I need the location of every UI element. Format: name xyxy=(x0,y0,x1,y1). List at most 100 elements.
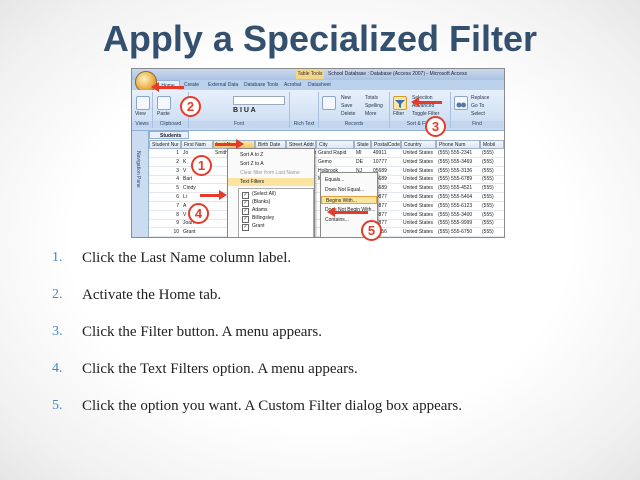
paste-label: Paste xyxy=(157,111,170,117)
table-cell-phone[interactable]: (555) 555-9999 xyxy=(436,219,480,227)
tab-database-tools[interactable]: Database Tools xyxy=(244,80,278,90)
table-cell-country[interactable]: United States xyxy=(401,158,436,166)
table-cell-phone[interactable]: (555) 555-6123 xyxy=(436,202,480,210)
font-name-box[interactable] xyxy=(233,96,285,105)
menu-item-does-not-equal[interactable]: Does Not Equal... xyxy=(321,186,377,194)
table-cell-id[interactable]: 2 xyxy=(149,158,181,166)
table-cell-mobile[interactable]: (555) xyxy=(480,167,504,175)
paste-button[interactable] xyxy=(157,96,171,110)
new-record-button[interactable]: New xyxy=(341,95,351,101)
column-header-mobile[interactable]: Mobil xyxy=(480,140,504,149)
table-cell-phone[interactable]: (555) 555-2341 xyxy=(436,149,480,157)
table-cell-mobile[interactable]: (555) xyxy=(480,158,504,166)
table-cell-phone[interactable]: (555) 555-6750 xyxy=(436,228,480,236)
table-cell-id[interactable]: 10 xyxy=(149,228,181,236)
column-header-state[interactable]: State xyxy=(354,140,371,149)
table-cell-first[interactable]: Cindy xyxy=(181,184,213,192)
table-cell-id[interactable]: 9 xyxy=(149,219,181,227)
checkbox-label: Adams xyxy=(252,207,268,213)
save-record-button[interactable]: Save xyxy=(341,103,352,109)
table-cell-first[interactable]: Bart xyxy=(181,175,213,183)
column-header-country[interactable]: Country xyxy=(401,140,436,149)
object-tab-students[interactable]: Students xyxy=(149,131,189,139)
select-button[interactable]: Select xyxy=(471,111,485,117)
callout-arrow-5 xyxy=(327,207,368,217)
navigation-pane[interactable]: Navigation Pane xyxy=(132,131,149,237)
table-cell-country[interactable]: United States xyxy=(401,228,436,236)
table-cell-id[interactable]: 8 xyxy=(149,211,181,219)
table-cell-mobile[interactable]: (555) xyxy=(480,184,504,192)
table-cell-country[interactable]: United States xyxy=(401,211,436,219)
table-cell-phone[interactable]: (555) 555-3136 xyxy=(436,167,480,175)
table-cell-mobile[interactable]: (555) xyxy=(480,202,504,210)
table-cell-id[interactable]: 4 xyxy=(149,175,181,183)
menu-item-sort-a-z[interactable]: Sort A to Z xyxy=(228,151,314,159)
table-cell-id[interactable]: 7 xyxy=(149,202,181,210)
table-cell-mobile[interactable]: (555) xyxy=(480,149,504,157)
context-tab-table-tools[interactable]: Table Tools xyxy=(296,70,324,79)
table-cell-country[interactable]: United States xyxy=(401,202,436,210)
group-label-rich-text: Rich Text xyxy=(290,121,318,128)
table-cell-phone[interactable]: (555) 555-5404 xyxy=(436,193,480,201)
table-cell-phone[interactable]: (555) 555-4521 xyxy=(436,184,480,192)
table-cell-mobile[interactable]: (555) xyxy=(480,228,504,236)
menu-item-sort-z-a[interactable]: Sort Z to A xyxy=(228,160,314,168)
table-cell-phone[interactable]: (555) 555-3469 xyxy=(436,158,480,166)
replace-button[interactable]: Replace xyxy=(471,95,489,101)
table-cell-postal[interactable]: 10777 xyxy=(371,158,401,166)
menu-item-begins-with[interactable]: Begins With... xyxy=(321,196,377,204)
table-cell-mobile[interactable]: (555) xyxy=(480,211,504,219)
table-cell-country[interactable]: United States xyxy=(401,184,436,192)
go-to-button[interactable]: Go To xyxy=(471,103,484,109)
table-cell-state[interactable]: MI xyxy=(354,149,371,157)
column-header-first-name[interactable]: First Nam xyxy=(181,140,213,149)
group-font: B I U A Font xyxy=(189,92,290,128)
column-header-city[interactable]: City xyxy=(316,140,354,149)
refresh-all-button[interactable] xyxy=(322,96,336,110)
menu-item-clear-filter[interactable]: Clear filter from Last Name xyxy=(228,169,314,177)
table-cell-id[interactable]: 5 xyxy=(149,184,181,192)
table-cell-city[interactable]: Gemo xyxy=(316,158,354,166)
spelling-button[interactable]: Spelling xyxy=(365,103,383,109)
table-cell-country[interactable]: United States xyxy=(401,149,436,157)
column-header-postal-code[interactable]: PostalCode xyxy=(371,140,401,149)
tab-acrobat[interactable]: Acrobat xyxy=(284,80,301,90)
view-button[interactable] xyxy=(136,96,150,110)
table-cell-postal[interactable]: 49911 xyxy=(371,149,401,157)
tab-create[interactable]: Create xyxy=(184,80,199,90)
callout-badge-5: 5 xyxy=(361,220,382,241)
table-cell-country[interactable]: United States xyxy=(401,193,436,201)
column-header-student-number[interactable]: Student Nur xyxy=(149,140,181,149)
table-cell-phone[interactable]: (555) 555-6789 xyxy=(436,175,480,183)
table-cell-first[interactable]: Grant xyxy=(181,228,213,236)
view-label: View xyxy=(135,111,146,117)
table-cell-mobile[interactable]: (555) xyxy=(480,193,504,201)
funnel-icon xyxy=(395,100,405,108)
table-cell-state[interactable]: DE xyxy=(354,158,371,166)
menu-item-equals[interactable]: Equals... xyxy=(321,176,377,184)
filter-button[interactable] xyxy=(393,96,407,110)
bold-italic-underline-icons[interactable]: B I U A xyxy=(233,107,256,114)
column-header-phone-number[interactable]: Phone Num xyxy=(436,140,480,149)
table-cell-phone[interactable]: (555) 555-3400 xyxy=(436,211,480,219)
table-cell-id[interactable]: 6 xyxy=(149,193,181,201)
table-cell-country[interactable]: United States xyxy=(401,175,436,183)
table-cell-mobile[interactable]: (555) xyxy=(480,219,504,227)
tab-external-data[interactable]: External Data xyxy=(208,80,238,90)
table-cell-mobile[interactable]: (555) xyxy=(480,175,504,183)
value-checkbox-list[interactable]: ✓ (Select All) ✓ (Blanks) ✓ Adams ✓ Billings… xyxy=(238,188,314,237)
callout-badge-2: 2 xyxy=(180,96,201,117)
table-cell-id[interactable]: 3 xyxy=(149,167,181,175)
table-cell-country[interactable]: United States xyxy=(401,167,436,175)
tab-datasheet[interactable]: Datasheet xyxy=(308,80,331,90)
more-button[interactable]: More xyxy=(365,111,376,117)
delete-record-button[interactable]: Delete xyxy=(341,111,355,117)
totals-button[interactable]: Totals xyxy=(365,95,378,101)
menu-item-text-filters[interactable]: Text Filters xyxy=(228,178,314,186)
callout-arrow-1 xyxy=(215,139,244,149)
table-cell-country[interactable]: United States xyxy=(401,219,436,227)
table-cell-id[interactable]: 1 xyxy=(149,149,181,157)
group-label-font: Font xyxy=(189,121,289,128)
table-cell-city[interactable]: Grand Rapid xyxy=(316,149,354,157)
find-button[interactable] xyxy=(454,96,468,110)
